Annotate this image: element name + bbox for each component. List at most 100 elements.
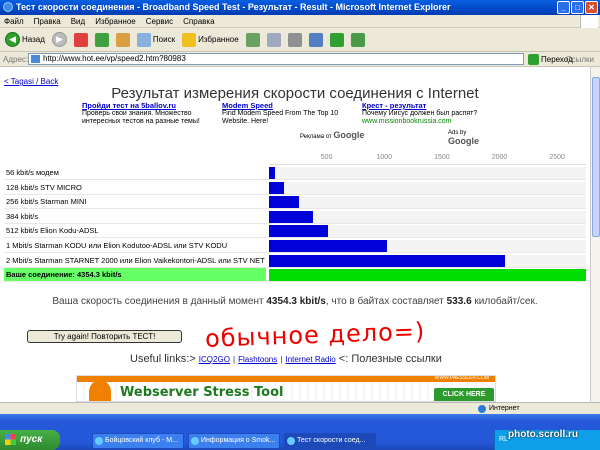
close-button[interactable]: ✕ — [585, 1, 598, 14]
app-icon — [95, 437, 103, 445]
ad-title[interactable]: Пройди тест на 5ballov.ru — [82, 102, 220, 110]
ad-title[interactable]: Modem Speed — [222, 102, 360, 110]
toolbar: ◀ Назад ▶ Поиск Избранное — [0, 28, 600, 52]
retry-button[interactable]: Try again! Повторить ТЕСТ! — [27, 330, 182, 343]
globe-icon — [478, 405, 486, 413]
home-button[interactable] — [114, 30, 132, 50]
link-icq2go[interactable]: ICQ2GO — [199, 355, 230, 364]
axis-tick-label: 500 — [320, 154, 333, 161]
bar — [269, 225, 329, 238]
menu-view[interactable]: Вид — [71, 15, 85, 27]
mail-button[interactable] — [265, 30, 283, 50]
minimize-button[interactable]: _ — [557, 1, 570, 14]
ad-block: Пройди тест на 5ballov.ru Проверь свои з… — [82, 102, 500, 147]
taskbar-item[interactable]: Информация о Smok... — [188, 433, 280, 449]
favorites-label: Избранное — [198, 35, 239, 44]
bar-track — [269, 225, 586, 238]
scrollbar-thumb[interactable] — [592, 77, 600, 237]
ad-text: Проверь свои знания. Множество интересны… — [82, 110, 200, 125]
bar — [269, 196, 299, 209]
back-label: Назад — [22, 35, 45, 44]
speed-chart: 500 1000 1500 2000 2500 56 kbit/s модем 128 k… — [4, 152, 586, 283]
app-icon — [191, 437, 199, 445]
ads-by-google-en[interactable]: Ads by Google — [448, 130, 497, 146]
result-middle: , что в байтах составляет — [325, 296, 444, 307]
bar — [269, 167, 276, 179]
page-title: Результат измерения скорости соединения … — [111, 85, 479, 102]
ad-title[interactable]: Крест - результат — [362, 102, 500, 110]
language-indicator[interactable]: RL — [499, 436, 508, 443]
link-internet-radio[interactable]: Internet Radio — [285, 355, 335, 364]
ad-item[interactable]: Пройди тест на 5ballov.ru Проверь свои з… — [82, 102, 220, 126]
ad-url: www.missionbookrussia.com — [362, 118, 452, 125]
start-button[interactable]: пуск — [0, 430, 60, 450]
ad-item[interactable]: Крест - результат Почему Иисус должен бы… — [362, 102, 500, 126]
bar-label: 384 kbit/s — [6, 211, 39, 221]
go-arrow-icon — [528, 54, 539, 65]
stop-button[interactable] — [72, 30, 90, 50]
bar — [269, 181, 284, 194]
menu-favorites[interactable]: Избранное — [95, 15, 136, 27]
useful-suffix: <: Полезные ссылки — [338, 353, 442, 365]
menu-file[interactable]: Файл — [4, 15, 24, 27]
windows-logo-icon — [580, 15, 598, 28]
edit-icon — [308, 32, 323, 47]
bar — [269, 240, 388, 252]
speed-row: 2 Mbit/s Starman STARNET 2000 или Elion … — [4, 254, 586, 268]
bar-label: 512 kbit/s Elion Kodu-ADSL — [6, 226, 99, 236]
maximize-button[interactable]: □ — [571, 1, 584, 14]
address-label: Адрес: — [3, 55, 29, 64]
google-logo: Google — [448, 136, 479, 146]
title-bar: Тест скорости соединения - Broadband Spe… — [0, 0, 600, 15]
page-icon — [31, 55, 40, 63]
bar — [269, 254, 506, 267]
vertical-scrollbar[interactable] — [590, 67, 600, 402]
forward-button[interactable]: ▶ — [50, 30, 69, 50]
bar-label: Ваше соединение: 4354.3 kbit/s — [4, 268, 266, 282]
menu-bar: Файл Правка Вид Избранное Сервис Справка — [0, 15, 600, 28]
menu-edit[interactable]: Правка — [34, 15, 61, 27]
bar — [269, 210, 314, 223]
tools-button[interactable] — [349, 30, 367, 50]
links-button[interactable]: Ссылки — [566, 52, 594, 67]
app-icon — [287, 437, 295, 445]
address-bar: Адрес: http://www.hot.ee/vp/speed2.htm?8… — [0, 52, 600, 67]
browser-window: Тест скорости соединения - Broadband Spe… — [0, 0, 600, 450]
taskbar-item-active[interactable]: Тест скорости соед... — [284, 433, 376, 449]
bar-track — [269, 254, 586, 267]
bar-label: 128 kbit/s STV MICRO — [6, 182, 82, 192]
start-label: пуск — [20, 434, 43, 445]
stop-icon — [73, 32, 88, 47]
back-button[interactable]: ◀ Назад — [3, 30, 47, 50]
print-icon — [287, 32, 302, 47]
google-logo: Google — [333, 130, 365, 140]
banner-cta-button[interactable]: CLICK HERE — [434, 388, 494, 401]
bar-label: 1 Mbit/s Starman KODU или Elion Kodutoo-… — [6, 241, 228, 250]
useful-label: Useful links:> — [130, 353, 196, 365]
edit-button[interactable] — [307, 30, 325, 50]
favorites-button[interactable]: Избранное — [180, 30, 241, 50]
refresh-button[interactable] — [93, 30, 111, 50]
address-url: http://www.hot.ee/vp/speed2.htm?80983 — [43, 54, 186, 63]
menu-help[interactable]: Справка — [183, 15, 214, 27]
forward-arrow-icon: ▶ — [51, 32, 67, 47]
print-button[interactable] — [286, 30, 304, 50]
search-label: Поиск — [152, 35, 176, 44]
search-button[interactable]: Поиск — [135, 30, 177, 50]
link-flashtoons[interactable]: Flashtoons — [238, 355, 277, 364]
result-speed: 4354.3 kbit/s — [266, 296, 326, 307]
history-button[interactable] — [244, 30, 262, 50]
ad-text: Find Modem Speed From The Top 10 Website… — [222, 110, 339, 125]
ad-item[interactable]: Modem Speed Find Modem Speed From The To… — [222, 102, 360, 126]
task-label: Тест скорости соед... — [297, 437, 366, 444]
messenger-icon — [329, 32, 344, 47]
ads-by-google-ru[interactable]: Реклама от Google — [300, 130, 364, 140]
address-input[interactable]: http://www.hot.ee/vp/speed2.htm?80983 — [28, 53, 524, 65]
bar-label: 2 Mbit/s Starman STARNET 2000 или Elion … — [6, 255, 265, 265]
messenger-button[interactable] — [328, 30, 346, 50]
menu-tools[interactable]: Сервис — [146, 15, 173, 27]
windows-flag-icon — [5, 434, 16, 445]
taskbar-item[interactable]: Бойцовский клуб - М... — [92, 433, 184, 449]
task-label: Информация о Smok... — [201, 437, 276, 444]
ad-banner[interactable]: WWW.PAESSLER.COM Webserver Stress Tool C… — [76, 375, 496, 402]
